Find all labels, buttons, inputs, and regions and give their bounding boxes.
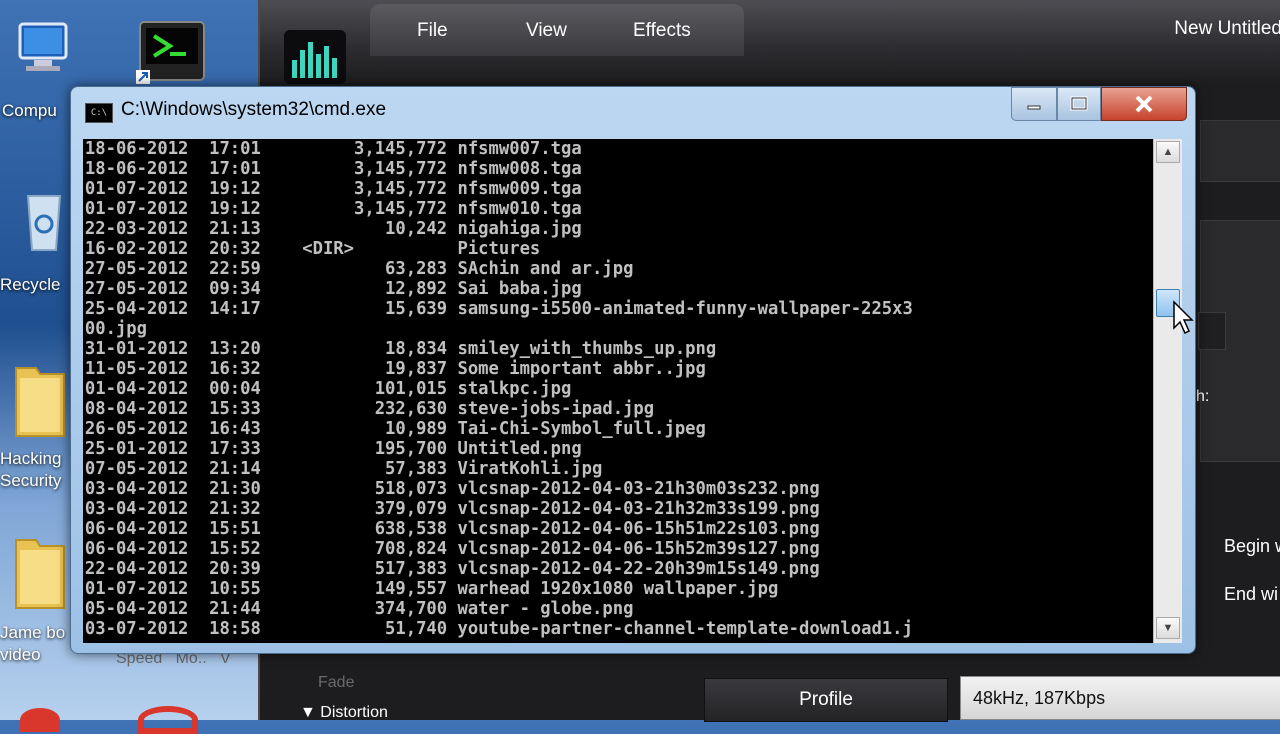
red-app-icon[interactable]: [138, 706, 198, 734]
console-output[interactable]: 18-06-2012 17:01 3,145,772 nfsmw007.tga 1…: [83, 139, 1153, 643]
computer-icon[interactable]: [14, 20, 74, 76]
folder-icon[interactable]: [10, 360, 70, 437]
menu-effects[interactable]: Effects: [633, 20, 691, 42]
console-line: 22-03-2012 21:13 10,242 nigahiga.jpg: [84, 218, 582, 239]
console-line: 00.jpg: [84, 318, 148, 339]
console-line: 01-07-2012 10:55 149,557 warhead 1920x10…: [84, 578, 779, 599]
console-line: 08-04-2012 15:33 232,630 steve-jobs-ipad…: [84, 398, 655, 419]
console-line: 03-04-2012 21:32 379,079 vlcsnap-2012-04…: [84, 498, 820, 519]
folder-icon[interactable]: [10, 532, 70, 609]
rate-field[interactable]: 48kHz, 187Kbps: [960, 676, 1280, 720]
editor-menubar: File View Effects New Untitled: [260, 0, 1280, 84]
console-line: 11-05-2012 16:32 19,837 Some important a…: [84, 358, 706, 379]
maximize-button[interactable]: [1057, 87, 1101, 121]
label-end: End wi: [1224, 584, 1279, 604]
hacking-security-label: Hacking Security: [0, 449, 62, 490]
right-panel: [1200, 120, 1280, 182]
label-begin: Begin w: [1224, 536, 1280, 556]
recycle-bin-icon[interactable]: [14, 190, 74, 251]
label-fade: Fade: [318, 674, 355, 691]
equalizer-icon[interactable]: [284, 30, 346, 84]
cmd-icon: C:\: [85, 103, 113, 123]
mouse-cursor-icon: [1172, 300, 1196, 341]
console-line: 06-04-2012 15:51 638,538 vlcsnap-2012-04…: [84, 518, 820, 539]
minimize-icon: [1027, 105, 1041, 110]
console-line: 01-07-2012 19:12 3,145,772 nfsmw009.tga: [84, 178, 582, 199]
console-line: 18-06-2012 17:01 3,145,772 nfsmw008.tga: [84, 158, 582, 179]
video-folder-label: Jame bo video: [0, 623, 66, 664]
cmd-title: C:\Windows\system32\cmd.exe: [121, 99, 387, 120]
console-line: 01-07-2012 19:12 3,145,772 nfsmw010.tga: [84, 198, 582, 219]
right-field[interactable]: [1198, 312, 1226, 350]
console-line: 01-04-2012 00:04 101,015 stalkpc.jpg: [84, 378, 572, 399]
console-line: 27-05-2012 09:34 12,892 Sai baba.jpg: [84, 278, 582, 299]
console-line: 18-06-2012 17:01 3,145,772 nfsmw007.tga: [84, 139, 582, 159]
computer-icon-label: Compu: [2, 101, 57, 120]
vertical-scrollbar[interactable]: ▲ ▼: [1153, 139, 1182, 643]
profile-button[interactable]: Profile: [704, 678, 948, 722]
close-button[interactable]: [1101, 87, 1187, 121]
menu-view[interactable]: View: [526, 20, 567, 42]
label-h: h:: [1196, 388, 1210, 405]
label-distortion[interactable]: ▼ Distortion: [300, 704, 388, 722]
console-line: 22-04-2012 20:39 517,383 vlcsnap-2012-04…: [84, 558, 820, 579]
console-line: 05-04-2012 21:44 374,700 water - globe.p…: [84, 598, 634, 619]
console-line: 31-01-2012 13:20 18,834 smiley_with_thum…: [84, 338, 717, 359]
console-line: 07-05-2012 21:14 57,383 ViratKohli.jpg: [84, 458, 603, 479]
console-line: 25-01-2012 17:33 195,700 Untitled.png: [84, 438, 582, 459]
console-line: 27-05-2012 22:59 63,283 SAchin and ar.jp…: [84, 258, 634, 279]
console-line: 16-02-2012 20:32 <DIR> Pictures: [84, 238, 541, 259]
console-line: 26-05-2012 16:43 10,989 Tai-Chi-Symbol_f…: [84, 418, 706, 439]
editor-title: New Untitled: [1174, 18, 1280, 39]
console-line: 25-04-2012 14:17 15,639 samsung-i5500-an…: [84, 298, 913, 319]
console-line: 03-04-2012 21:30 518,073 vlcsnap-2012-04…: [84, 478, 820, 499]
maximize-icon: [1070, 96, 1088, 111]
recycle-bin-label: Recycle: [0, 275, 61, 294]
terminal-shortcut-icon[interactable]: [136, 20, 208, 84]
scroll-down-arrow-icon[interactable]: ▼: [1156, 617, 1180, 639]
console-line: 06-04-2012 15:52 708,824 vlcsnap-2012-04…: [84, 538, 820, 559]
console-line: 03-07-2012 18:58 51,740 youtube-partner-…: [84, 618, 913, 639]
scroll-up-arrow-icon[interactable]: ▲: [1156, 141, 1180, 163]
close-icon: [1135, 95, 1153, 113]
cmd-window[interactable]: C:\ C:\Windows\system32\cmd.exe 18-06-20…: [70, 86, 1196, 654]
menu-file[interactable]: File: [417, 20, 448, 42]
minimize-button[interactable]: [1011, 87, 1057, 121]
red-app-icon[interactable]: [20, 708, 60, 732]
